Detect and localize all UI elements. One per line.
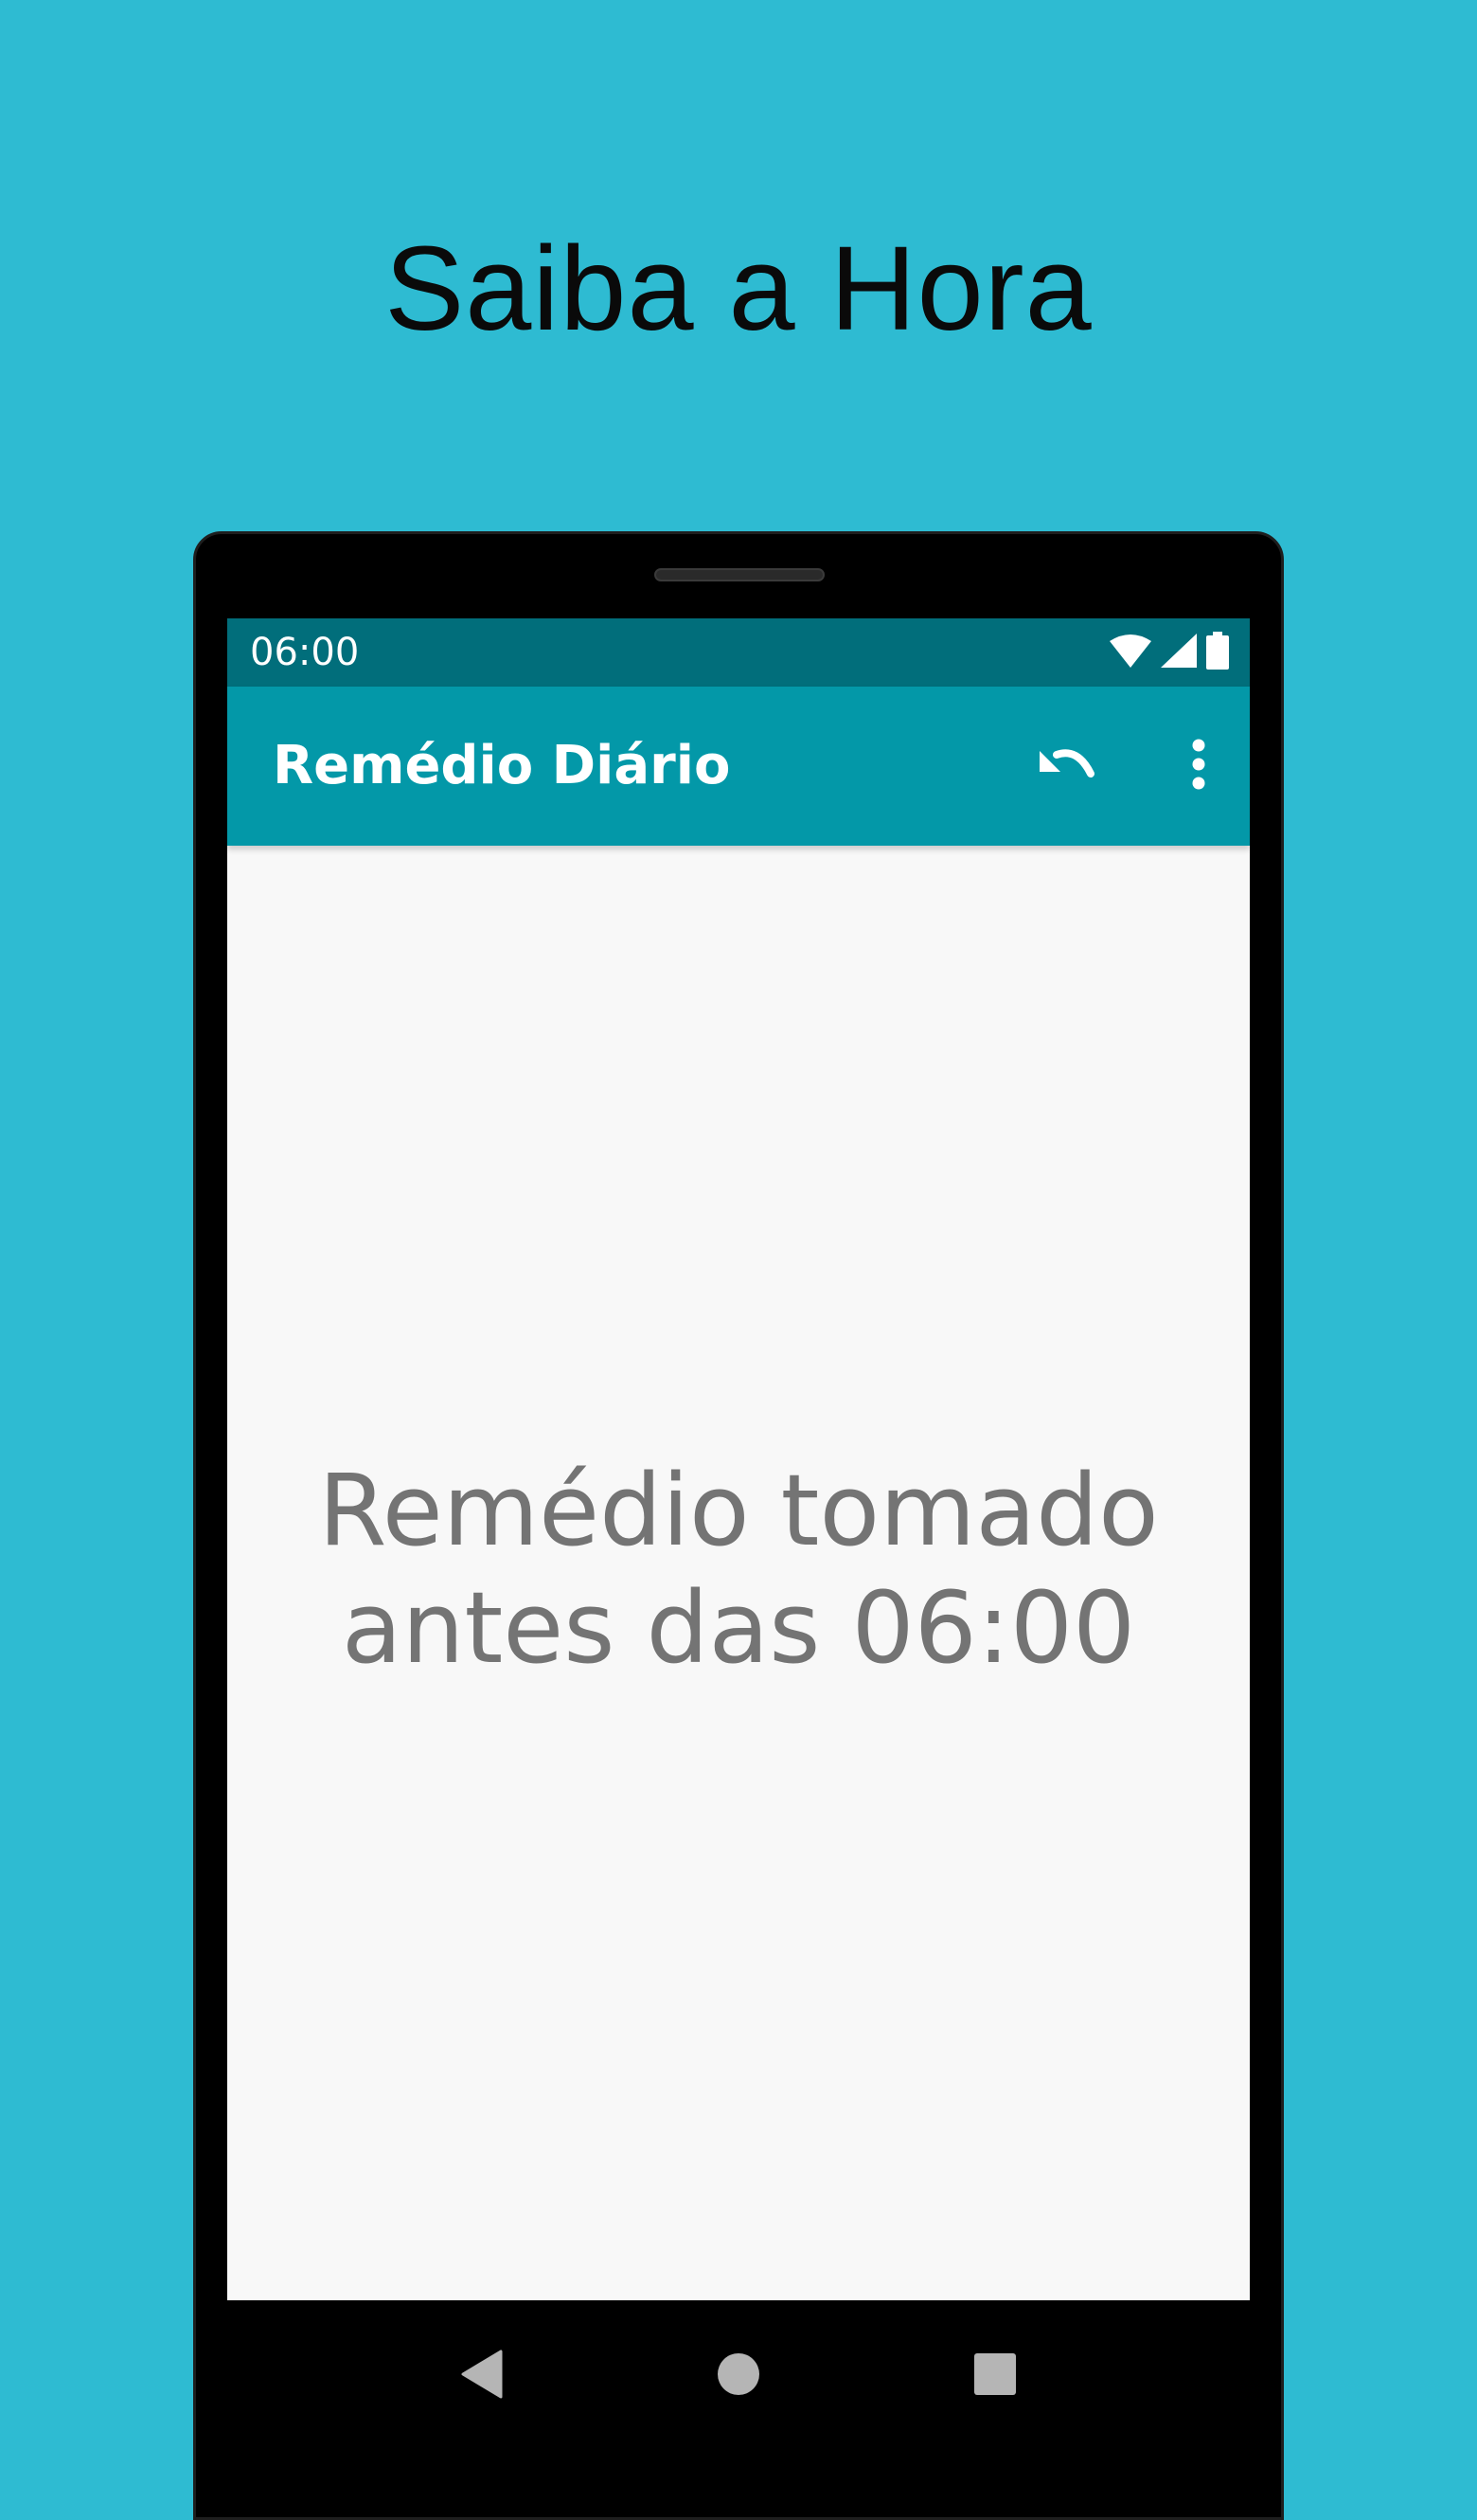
phone-speaker xyxy=(654,568,825,581)
recents-button[interactable] xyxy=(959,2340,1031,2412)
back-button[interactable] xyxy=(446,2340,518,2412)
recents-icon xyxy=(973,2352,1017,2401)
undo-icon xyxy=(1036,745,1096,788)
navigation-bar xyxy=(196,2300,1281,2462)
phone-screen: 06:00 Remédio Diário Remédio tomado ante… xyxy=(227,618,1250,2300)
status-message-line-1: Remédio tomado xyxy=(318,1453,1159,1568)
status-icons xyxy=(1110,631,1229,674)
status-message: Remédio tomado antes das 06:00 xyxy=(227,1452,1250,1687)
cell-signal-icon xyxy=(1161,633,1197,672)
status-message-line-2: antes das 06:00 xyxy=(341,1570,1136,1686)
home-button[interactable] xyxy=(703,2340,774,2412)
home-icon xyxy=(716,2351,761,2402)
promo-title: Saiba a Hora xyxy=(384,222,1093,355)
more-vert-icon xyxy=(1191,738,1206,795)
app-title: Remédio Diário xyxy=(273,735,731,796)
back-icon xyxy=(459,2350,505,2404)
app-bar: Remédio Diário xyxy=(227,687,1250,846)
status-bar: 06:00 xyxy=(227,618,1250,687)
wifi-icon xyxy=(1110,634,1151,672)
undo-button[interactable] xyxy=(1032,732,1100,800)
status-time: 06:00 xyxy=(250,631,360,674)
battery-icon xyxy=(1206,631,1229,674)
more-options-button[interactable] xyxy=(1165,732,1233,800)
